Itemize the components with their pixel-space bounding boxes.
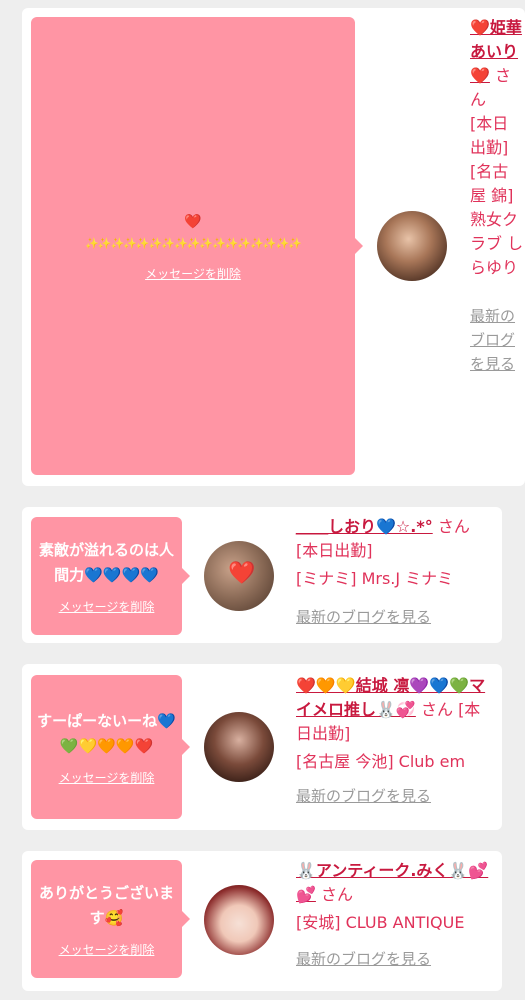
shop-label: [名古屋 錦] 熟女クラブ しらゆり bbox=[470, 162, 524, 277]
message-bubble: すーぱーないーね💙💚💛🧡🧡❤️ メッセージを削除 bbox=[31, 675, 190, 819]
message-text: ❤️ ✨✨✨✨✨✨✨✨✨✨✨✨✨✨✨✨✨ bbox=[85, 213, 302, 250]
status-label: [本日出勤] bbox=[296, 541, 373, 560]
message-bubble: ありがとうございます🥰 メッセージを削除 bbox=[31, 860, 190, 978]
status-label: [本日出勤] bbox=[470, 114, 509, 157]
avatar[interactable] bbox=[204, 712, 274, 782]
message-card: すーぱーないーね💙💚💛🧡🧡❤️ メッセージを削除 ❤️🧡💛結城 凛💜💙💚マイメロ… bbox=[22, 664, 502, 830]
message-bubble: ❤️ ✨✨✨✨✨✨✨✨✨✨✨✨✨✨✨✨✨ メッセージを削除 bbox=[31, 17, 363, 475]
cast-info: ❤️🧡💛結城 凛💜💙💚マイメロ推し🐰💞 さん [本日出勤] [名古屋 今池] C… bbox=[296, 674, 496, 808]
shop-label: [名古屋 今池] Club em bbox=[296, 752, 466, 771]
avatar[interactable] bbox=[377, 211, 447, 281]
message-text: 素敵が溢れるのは人間力💙💙💙💙 bbox=[38, 540, 174, 584]
avatar[interactable] bbox=[204, 885, 274, 955]
delete-message-link[interactable]: メッセージを削除 bbox=[59, 941, 155, 958]
delete-message-link[interactable]: メッセージを削除 bbox=[145, 265, 241, 282]
cast-info: ＿＿しおり💙☆.*° さん [本日出勤] [ミナミ] Mrs.J ミナミ 最新の… bbox=[296, 515, 496, 629]
delete-message-link[interactable]: メッセージを削除 bbox=[59, 769, 155, 786]
heart-icon: ❤️ bbox=[228, 561, 256, 586]
message-card: 素敵が溢れるのは人間力💙💙💙💙 メッセージを削除 ❤️ ＿＿しおり💙☆.*° さ… bbox=[22, 507, 502, 643]
shop-label: [ミナミ] Mrs.J ミナミ bbox=[296, 569, 454, 588]
shop-label: [安城] CLUB ANTIQUE bbox=[296, 913, 465, 932]
blog-link[interactable]: 最新のブログを見る bbox=[296, 784, 431, 808]
avatar[interactable]: ❤️ bbox=[204, 541, 274, 611]
cast-info: ❤️姫華あいり❤️ さん [本日出勤] [名古屋 錦] 熟女クラブ しらゆり 最… bbox=[470, 16, 524, 376]
message-card: ❤️ ✨✨✨✨✨✨✨✨✨✨✨✨✨✨✨✨✨ メッセージを削除 ❤️姫華あいり❤️ … bbox=[22, 8, 525, 486]
blog-link[interactable]: 最新のブログを見る bbox=[296, 605, 431, 629]
delete-message-link[interactable]: メッセージを削除 bbox=[59, 598, 155, 615]
message-bubble: 素敵が溢れるのは人間力💙💙💙💙 メッセージを削除 bbox=[31, 517, 190, 635]
blog-link[interactable]: 最新のブログを見る bbox=[470, 304, 524, 376]
cast-name-link[interactable]: ＿＿しおり💙☆.*° bbox=[296, 517, 433, 536]
blog-link[interactable]: 最新のブログを見る bbox=[296, 947, 431, 971]
message-card: ありがとうございます🥰 メッセージを削除 🐰アンティーク.みく🐰💕💕 さん [安… bbox=[22, 851, 502, 991]
message-text: ありがとうございます🥰 bbox=[38, 883, 174, 927]
cast-info: 🐰アンティーク.みく🐰💕💕 さん [安城] CLUB ANTIQUE 最新のブロ… bbox=[296, 859, 496, 971]
message-text: すーぱーないーね💙💚💛🧡🧡❤️ bbox=[37, 711, 176, 755]
cast-name-link[interactable]: ❤️🧡💛結城 凛💜💙💚マイメロ推し🐰💞 bbox=[296, 676, 485, 719]
